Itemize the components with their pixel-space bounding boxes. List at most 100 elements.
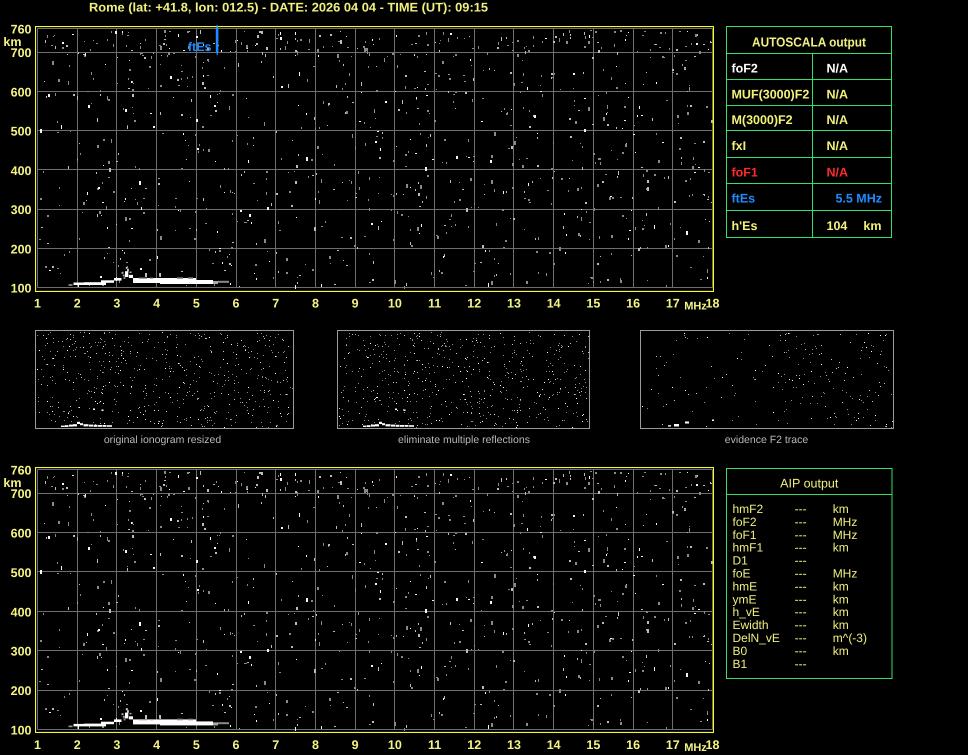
svg-text:13: 13 xyxy=(507,738,521,752)
svg-text:m^(-3): m^(-3) xyxy=(833,631,867,645)
svg-text:2: 2 xyxy=(74,297,81,311)
svg-text:ftEs: ftEs xyxy=(732,191,756,205)
svg-text:B1: B1 xyxy=(733,657,748,671)
svg-text:original ionogram resized: original ionogram resized xyxy=(104,434,221,446)
svg-text:ymE: ymE xyxy=(733,592,757,606)
svg-text:400: 400 xyxy=(11,164,32,178)
svg-text:16: 16 xyxy=(626,297,640,311)
svg-text:N/A: N/A xyxy=(827,139,849,153)
svg-text:B0: B0 xyxy=(733,644,748,658)
svg-text:foE: foE xyxy=(733,567,751,581)
svg-text:6: 6 xyxy=(233,738,240,752)
svg-text:15: 15 xyxy=(586,297,600,311)
svg-text:evidence F2 trace: evidence F2 trace xyxy=(725,434,809,446)
svg-text:MHz: MHz xyxy=(684,301,707,313)
svg-text:3: 3 xyxy=(113,738,120,752)
svg-text:700: 700 xyxy=(11,46,32,60)
svg-text:km: km xyxy=(833,644,849,658)
svg-text:18: 18 xyxy=(706,738,720,752)
svg-text:MHz: MHz xyxy=(833,515,858,529)
svg-text:---: --- xyxy=(795,554,807,568)
svg-text:MUF(3000)F2: MUF(3000)F2 xyxy=(732,87,810,101)
svg-text:11: 11 xyxy=(428,297,441,311)
svg-text:---: --- xyxy=(795,657,807,671)
svg-text:11: 11 xyxy=(428,738,441,752)
svg-text:---: --- xyxy=(795,515,807,529)
svg-text:14: 14 xyxy=(547,738,561,752)
svg-text:km: km xyxy=(833,541,849,555)
svg-text:---: --- xyxy=(795,592,807,606)
svg-text:1: 1 xyxy=(34,297,41,311)
svg-text:5.5 MHz: 5.5 MHz xyxy=(835,191,882,205)
svg-text:MHz: MHz xyxy=(833,528,858,542)
svg-text:17: 17 xyxy=(666,297,680,311)
svg-text:100: 100 xyxy=(11,724,32,738)
svg-text:N/A: N/A xyxy=(827,87,849,101)
svg-text:N/A: N/A xyxy=(827,165,849,179)
svg-text:17: 17 xyxy=(666,738,680,752)
svg-text:N/A: N/A xyxy=(827,62,849,76)
svg-text:5: 5 xyxy=(193,297,200,311)
svg-text:---: --- xyxy=(795,605,807,619)
svg-text:eliminate multiple reflections: eliminate multiple reflections xyxy=(398,434,530,446)
svg-text:104: 104 xyxy=(827,219,848,233)
svg-text:10: 10 xyxy=(388,297,402,311)
svg-text:AUTOSCALA output: AUTOSCALA output xyxy=(752,35,867,50)
svg-text:---: --- xyxy=(795,644,807,658)
svg-text:400: 400 xyxy=(11,605,32,619)
svg-text:D1: D1 xyxy=(733,554,749,568)
svg-text:18: 18 xyxy=(706,297,720,311)
svg-text:ftEs: ftEs xyxy=(188,40,212,54)
svg-text:h_vE: h_vE xyxy=(733,605,760,619)
svg-text:8: 8 xyxy=(312,297,319,311)
svg-text:300: 300 xyxy=(11,203,32,217)
svg-text:100: 100 xyxy=(11,282,32,296)
svg-text:---: --- xyxy=(795,502,807,516)
svg-text:200: 200 xyxy=(11,242,32,256)
svg-text:500: 500 xyxy=(11,566,32,580)
svg-text:600: 600 xyxy=(11,85,32,99)
svg-text:hmE: hmE xyxy=(733,579,758,593)
svg-text:12: 12 xyxy=(467,297,481,311)
svg-text:MHz: MHz xyxy=(833,567,858,581)
svg-text:km: km xyxy=(833,618,849,632)
svg-text:---: --- xyxy=(795,579,807,593)
svg-text:---: --- xyxy=(795,631,807,645)
svg-text:14: 14 xyxy=(547,297,561,311)
svg-text:1: 1 xyxy=(34,738,41,752)
svg-text:hmF1: hmF1 xyxy=(733,541,764,555)
svg-text:4: 4 xyxy=(153,738,160,752)
svg-text:hmF2: hmF2 xyxy=(733,502,764,516)
svg-text:---: --- xyxy=(795,618,807,632)
svg-text:200: 200 xyxy=(11,684,32,698)
svg-text:MHz: MHz xyxy=(684,742,707,754)
svg-text:3: 3 xyxy=(113,297,120,311)
svg-text:Rome (lat: +41.8, lon: 012.5): Rome (lat: +41.8, lon: 012.5) - DATE: 20… xyxy=(89,1,488,15)
svg-text:---: --- xyxy=(795,528,807,542)
svg-text:h'Es: h'Es xyxy=(732,219,758,233)
svg-text:500: 500 xyxy=(11,125,32,139)
svg-text:foF1: foF1 xyxy=(733,528,757,542)
svg-text:600: 600 xyxy=(11,527,32,541)
svg-text:km: km xyxy=(863,219,881,233)
svg-text:8: 8 xyxy=(312,738,319,752)
svg-text:7: 7 xyxy=(272,297,279,311)
svg-text:300: 300 xyxy=(11,645,32,659)
svg-text:---: --- xyxy=(795,567,807,581)
svg-text:13: 13 xyxy=(507,297,521,311)
svg-text:16: 16 xyxy=(626,738,640,752)
svg-text:N/A: N/A xyxy=(827,113,849,127)
svg-text:700: 700 xyxy=(11,487,32,501)
svg-text:km: km xyxy=(833,502,849,516)
svg-text:2: 2 xyxy=(74,738,81,752)
svg-text:km: km xyxy=(833,579,849,593)
svg-text:---: --- xyxy=(795,541,807,555)
svg-text:fxI: fxI xyxy=(732,139,747,153)
svg-text:9: 9 xyxy=(352,297,359,311)
svg-text:9: 9 xyxy=(352,738,359,752)
svg-text:foF2: foF2 xyxy=(732,62,758,76)
svg-text:km: km xyxy=(833,605,849,619)
svg-text:foF2: foF2 xyxy=(733,515,757,529)
svg-text:7: 7 xyxy=(272,738,279,752)
svg-text:5: 5 xyxy=(193,738,200,752)
